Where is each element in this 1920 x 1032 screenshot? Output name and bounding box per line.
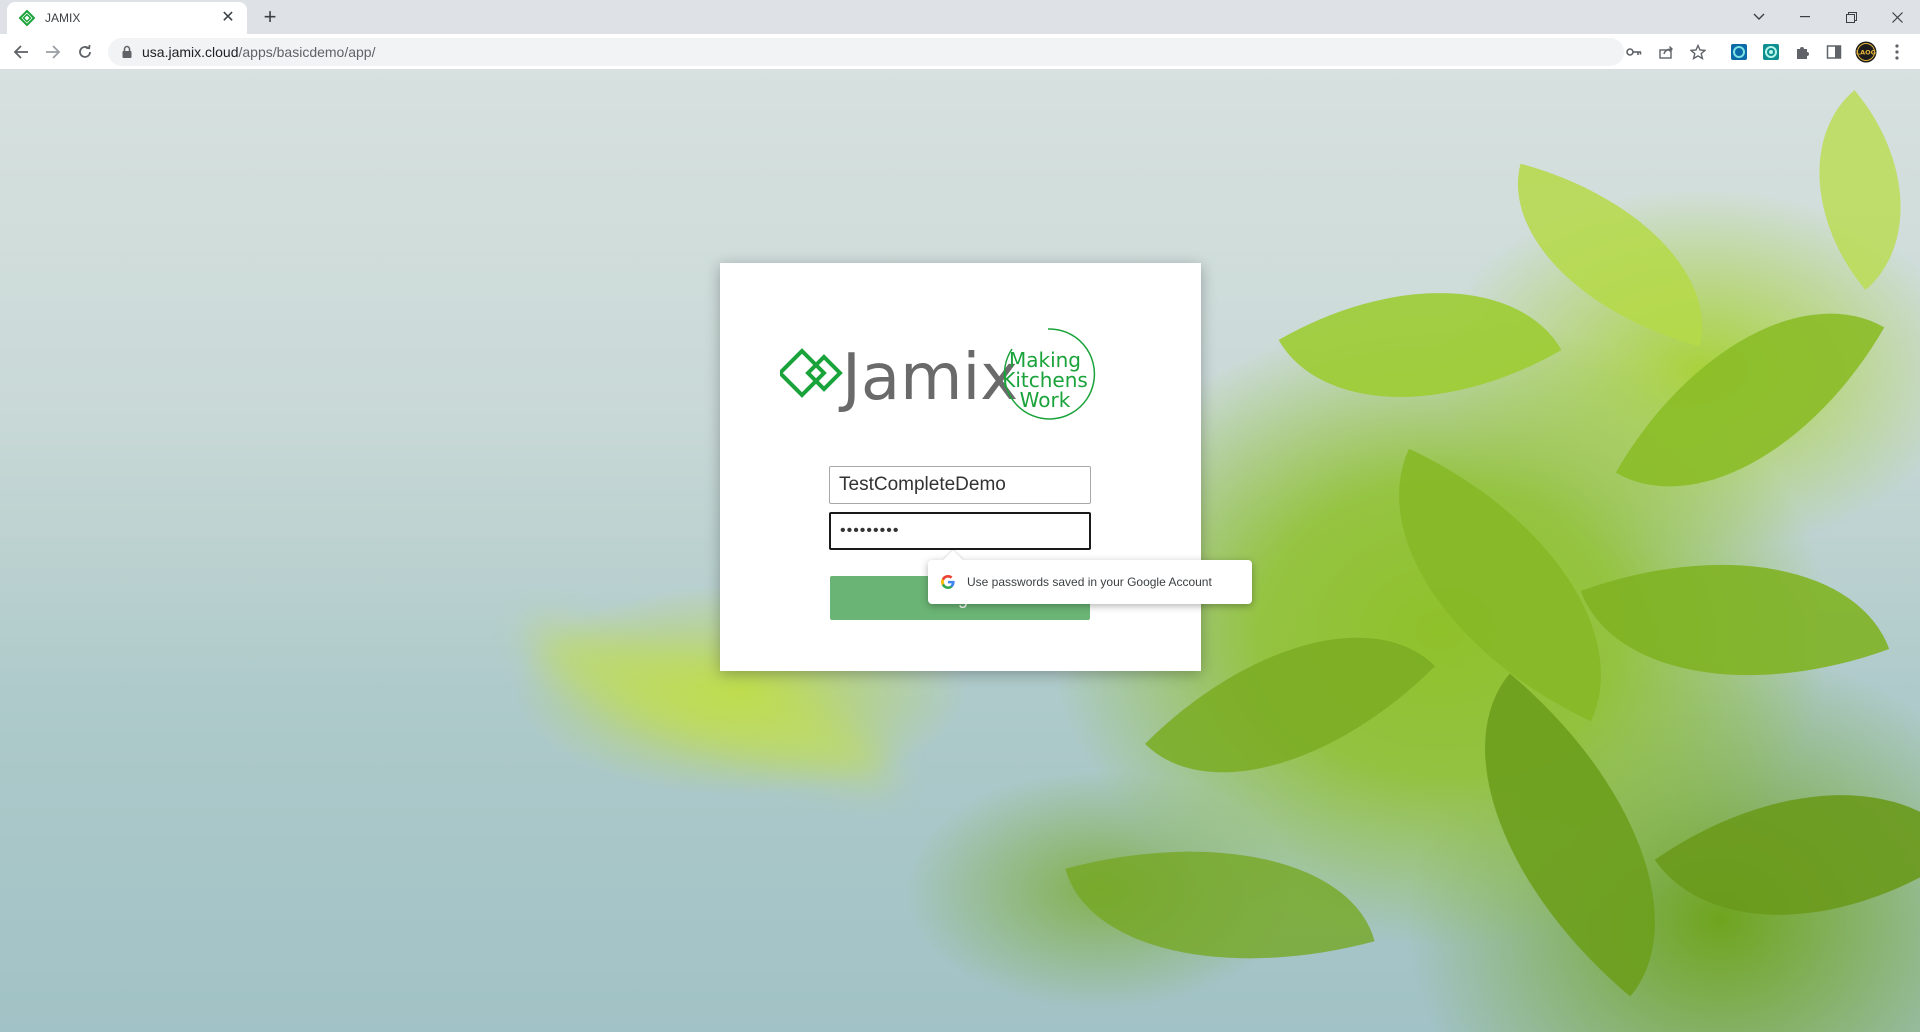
tab-close-icon[interactable]: ✕ bbox=[219, 9, 237, 27]
url-path: /apps/basicdemo/app/ bbox=[238, 44, 376, 60]
extension-1-icon[interactable] bbox=[1728, 41, 1750, 63]
browser-toolbar: usa.jamix.cloud/apps/basicdemo/app/ LAOG bbox=[0, 34, 1920, 70]
url-host: usa.jamix.cloud bbox=[142, 44, 239, 60]
extensions-puzzle-icon[interactable] bbox=[1791, 41, 1813, 63]
jamix-logo: Jamix Making Kitchens Work bbox=[780, 328, 1096, 420]
bookmark-star-icon[interactable] bbox=[1686, 40, 1710, 64]
tagline-line-3: Work bbox=[1020, 388, 1071, 412]
login-card: Jamix Making Kitchens Work TestCompleteD… bbox=[720, 263, 1201, 671]
browser-tab-active[interactable]: JAMIX ✕ bbox=[7, 2, 247, 34]
restore-button[interactable] bbox=[1828, 4, 1874, 30]
back-icon[interactable] bbox=[8, 39, 34, 65]
extension-2-icon[interactable] bbox=[1760, 41, 1782, 63]
tab-strip: JAMIX ✕ + bbox=[0, 0, 1920, 34]
url-text: usa.jamix.cloud/apps/basicdemo/app/ bbox=[142, 44, 375, 60]
jamix-logo-icon bbox=[780, 348, 843, 398]
menu-kebab-icon[interactable] bbox=[1886, 41, 1908, 63]
minimize-button[interactable] bbox=[1782, 4, 1828, 30]
tab-title: JAMIX bbox=[45, 11, 81, 25]
tab-search-icon[interactable] bbox=[1736, 4, 1782, 30]
password-value: ••••••••• bbox=[840, 522, 900, 539]
password-popup-text: Use passwords saved in your Google Accou… bbox=[967, 575, 1212, 589]
profile-avatar-icon[interactable]: LAOG bbox=[1855, 41, 1877, 63]
new-tab-button[interactable]: + bbox=[258, 5, 282, 29]
lock-icon[interactable] bbox=[120, 45, 134, 59]
jamix-logo-icon bbox=[19, 10, 35, 26]
username-input[interactable]: TestCompleteDemo bbox=[829, 466, 1091, 504]
profile-avatar-text: LAOG bbox=[1856, 49, 1876, 57]
google-g-icon bbox=[940, 574, 956, 590]
password-input[interactable]: ••••••••• bbox=[829, 512, 1091, 550]
username-value: TestCompleteDemo bbox=[839, 474, 1006, 495]
address-bar[interactable]: usa.jamix.cloud/apps/basicdemo/app/ bbox=[108, 38, 1706, 66]
close-window-button[interactable] bbox=[1874, 4, 1920, 30]
forward-icon[interactable] bbox=[40, 39, 66, 65]
reload-icon[interactable] bbox=[72, 39, 98, 65]
brand-wordmark: Jamix bbox=[838, 341, 1018, 415]
share-icon[interactable] bbox=[1654, 40, 1678, 64]
key-icon[interactable] bbox=[1622, 40, 1646, 64]
side-panel-icon[interactable] bbox=[1823, 41, 1845, 63]
password-suggestion-popup[interactable]: Use passwords saved in your Google Accou… bbox=[928, 550, 1252, 604]
